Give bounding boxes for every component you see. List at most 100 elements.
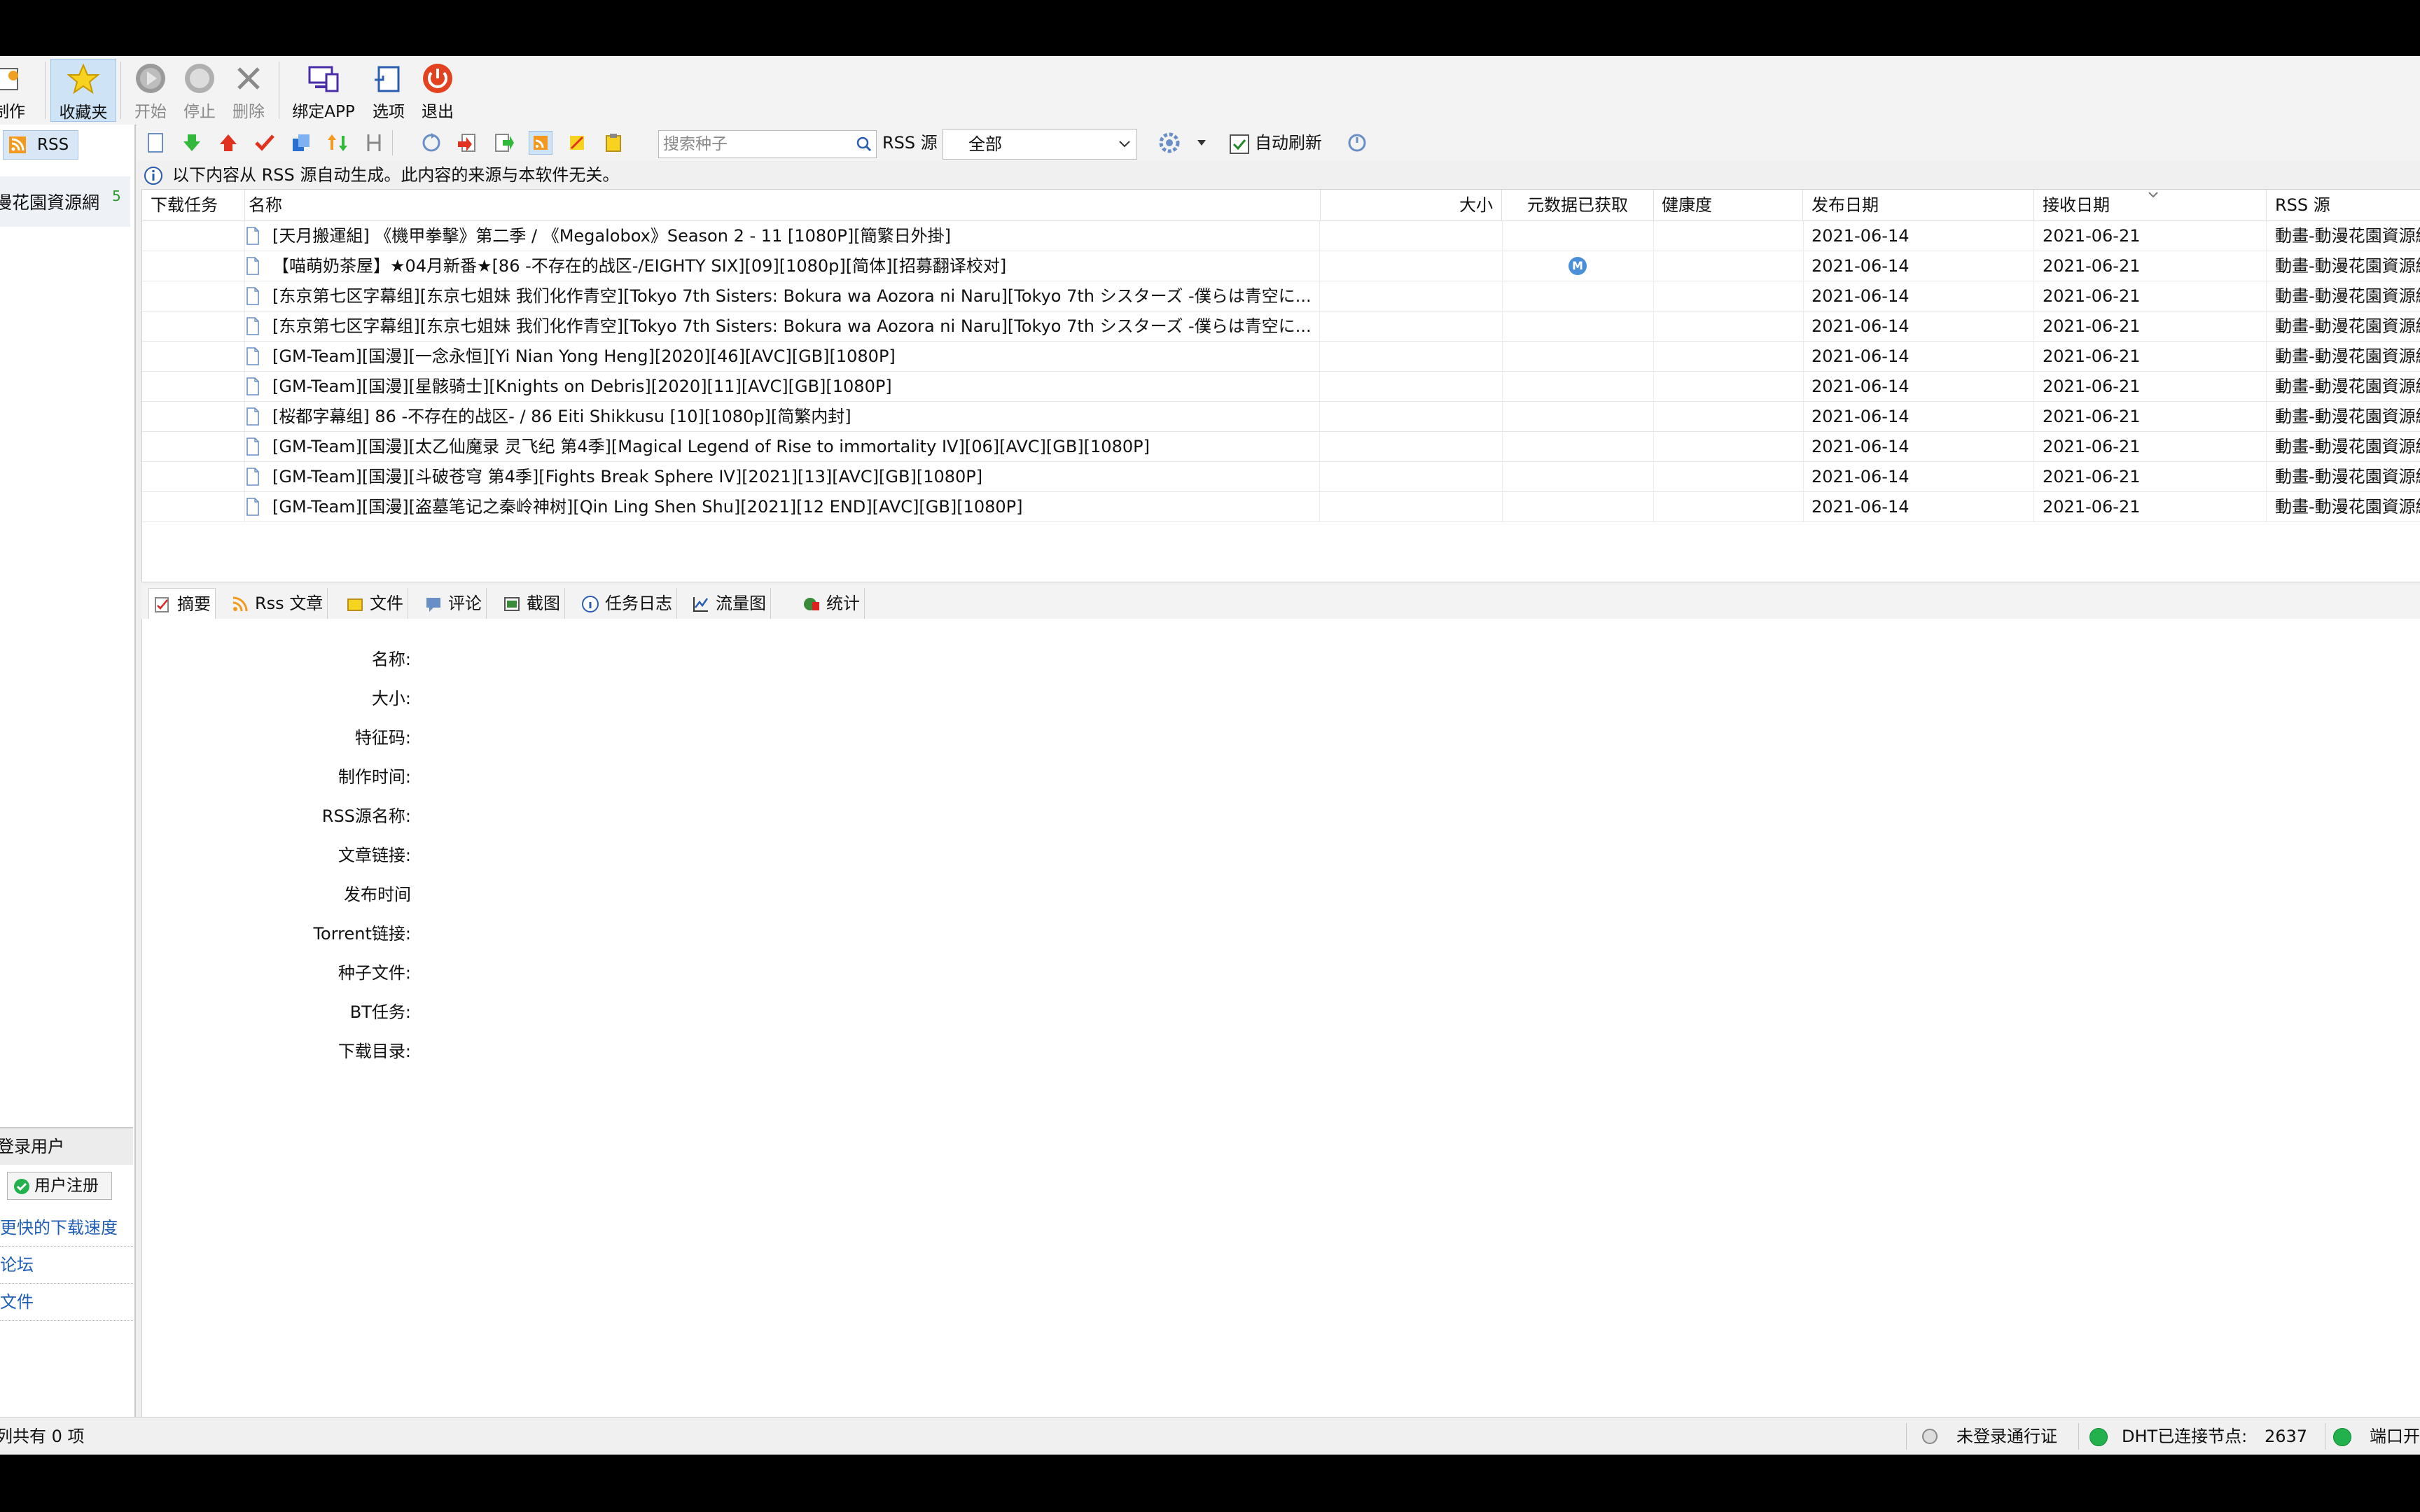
rss-source-select[interactable]: 全部 (943, 129, 1137, 160)
table-row[interactable]: [GM-Team][国漫][太乙仙魔录 灵飞纪 第4季][Magical Leg… (142, 432, 2420, 462)
rss-toolbar: 搜索种子 RSS 源 全部 自动刷新 (137, 125, 2420, 161)
cell-receive-date: 2021-06-21 (2034, 251, 2267, 281)
export-icon[interactable] (493, 132, 515, 154)
table-row[interactable]: [东京第七区字幕组][东京七姐妹 我们化作青空][Tokyo 7th Siste… (142, 281, 2420, 312)
table-row[interactable]: [GM-Team][国漫][一念永恒][Yi Nian Yong Heng][2… (142, 342, 2420, 372)
cell-download-task (142, 342, 245, 371)
cell-download-task (142, 281, 245, 311)
cell-size (1320, 312, 1503, 341)
rss-filter-icon[interactable] (529, 131, 552, 155)
cell-receive-date: 2021-06-21 (2034, 281, 2267, 311)
link-files[interactable]: 文件 (0, 1284, 133, 1321)
table-row[interactable]: [GM-Team][国漫][星骸骑士][Knights on Debris][2… (142, 372, 2420, 402)
sort-descending-icon (2148, 192, 2158, 198)
comment-icon (426, 598, 440, 612)
tab-files[interactable]: 文件 (342, 588, 408, 619)
tab-statistics[interactable]: 统计 (798, 588, 865, 619)
table-row[interactable]: 【喵萌奶茶屋】★04月新番★[86 -不存在的战区-/EIGHTY SIX][0… (142, 251, 2420, 281)
rss-tab[interactable]: RSS (3, 130, 78, 160)
auto-refresh-checkbox[interactable] (1230, 134, 1249, 154)
tab-summary[interactable]: 摘要 (148, 588, 216, 620)
up-arrow-icon[interactable] (217, 132, 239, 154)
link-faster-download[interactable]: 更快的下载速度 (0, 1210, 133, 1247)
tab-traffic-graph[interactable]: 流量图 (688, 588, 771, 619)
power-icon (423, 64, 452, 93)
column-metadata[interactable]: 元数据已获取 (1502, 190, 1654, 220)
dht-status-dot (2089, 1428, 2108, 1446)
cell-health (1653, 372, 1804, 401)
dropdown-arrow-icon[interactable] (1196, 139, 1207, 147)
cell-rss-source: 動畫-動漫花園資源網 (2275, 497, 2420, 517)
rss-edit-icon[interactable] (566, 132, 588, 154)
separator (392, 130, 393, 155)
sort-arrows-icon[interactable] (326, 132, 349, 154)
link-forum[interactable]: 论坛 (0, 1247, 133, 1284)
sidebar-feed-item[interactable]: 漫花園資源網 5 (0, 176, 130, 227)
bind-app-button[interactable]: 绑定APP (287, 59, 360, 121)
cell-download-task (142, 432, 245, 461)
separator (45, 62, 46, 119)
cell-health (1653, 312, 1804, 341)
column-download-task[interactable]: 下载任务 (142, 190, 245, 220)
rss-source-label: RSS 源 (882, 133, 938, 153)
merge-icon[interactable] (363, 132, 385, 154)
cell-health (1653, 281, 1804, 311)
delete-button[interactable]: 删除 (225, 59, 272, 121)
tab-task-log[interactable]: 任务日志 (577, 588, 677, 619)
start-button[interactable]: 开始 (127, 59, 174, 121)
table-row[interactable]: [天月搬運組] 《機甲拳擊》第二季 / 《Megalobox》Season 2 … (142, 221, 2420, 251)
tab-rss-article[interactable]: Rss 文章 (227, 588, 328, 619)
pass-status[interactable]: 未登录通行证 (1956, 1418, 2057, 1455)
clipboard-icon[interactable] (602, 132, 625, 154)
column-receive-date[interactable]: 接收日期 (2034, 190, 2267, 220)
table-row[interactable]: [桜都字幕组] 86 -不存在的战区- / 86 Eiti Shikkusu [… (142, 402, 2420, 432)
tab-screenshots[interactable]: 截图 (499, 588, 565, 619)
checkmark-icon[interactable] (253, 132, 276, 154)
gear-icon[interactable] (1157, 130, 1182, 155)
register-button[interactable]: 用户注册 (7, 1172, 112, 1200)
stop-button[interactable]: 停止 (176, 59, 223, 121)
folder-icon (347, 598, 363, 611)
copy-icon[interactable] (290, 132, 312, 154)
column-publish-date[interactable]: 发布日期 (1803, 190, 2034, 220)
settings-page-icon (375, 66, 400, 92)
refresh-icon[interactable] (420, 132, 443, 154)
favorites-button[interactable]: 收藏夹 (50, 59, 116, 122)
column-size[interactable]: 大小 (1320, 190, 1502, 220)
options-button[interactable]: 选项 (366, 59, 412, 121)
cell-metadata (1502, 462, 1654, 491)
cell-download-task (142, 251, 245, 281)
stop-icon (185, 64, 214, 93)
cell-metadata (1502, 281, 1654, 311)
import-icon[interactable] (457, 132, 479, 154)
new-page-icon[interactable] (144, 132, 167, 154)
search-icon[interactable] (856, 136, 872, 152)
table-row[interactable]: [东京第七区字幕组][东京七姐妹 我们化作青空][Tokyo 7th Siste… (142, 312, 2420, 342)
cell-name: [GM-Team][国漫][一念永恒][Yi Nian Yong Heng][2… (244, 342, 1320, 371)
make-button[interactable]: 制作 (0, 59, 32, 121)
play-icon (136, 64, 165, 93)
column-rss-source[interactable]: RSS 源 (2267, 190, 2420, 220)
separator (120, 62, 121, 119)
info-icon (144, 167, 162, 185)
star-icon (67, 63, 100, 94)
label-torrent-link: Torrent链接: (313, 924, 411, 944)
file-icon (246, 438, 259, 456)
column-name[interactable]: 名称 (244, 190, 1321, 220)
cell-name: 【喵萌奶茶屋】★04月新番★[86 -不存在的战区-/EIGHTY SIX][0… (244, 251, 1320, 281)
table-row[interactable]: [GM-Team][国漫][盗墓笔记之秦岭神树][Qin Ling Shen S… (142, 492, 2420, 522)
cell-name: [GM-Team][国漫][盗墓笔记之秦岭神树][Qin Ling Shen S… (244, 492, 1320, 522)
power-refresh-icon[interactable] (1346, 132, 1368, 154)
file-icon (246, 227, 259, 245)
cell-download-task (142, 462, 245, 491)
cell-rss-source: 動畫-動漫花園資源網 (2275, 256, 2420, 276)
column-health[interactable]: 健康度 (1653, 190, 1803, 220)
cell-name: [东京第七区字幕组][东京七姐妹 我们化作青空][Tokyo 7th Siste… (244, 281, 1320, 311)
detail-tabs: 摘要 Rss 文章 文件 评论 截图 任务日志 流量图 统计 (141, 585, 2420, 620)
search-input[interactable]: 搜索种子 (658, 130, 877, 158)
tab-comments[interactable]: 评论 (420, 588, 487, 619)
table-row[interactable]: [GM-Team][国漫][斗破苍穹 第4季][Fights Break Sph… (142, 462, 2420, 492)
cell-size (1320, 432, 1503, 461)
download-arrow-icon[interactable] (181, 132, 203, 154)
exit-button[interactable]: 退出 (415, 59, 461, 121)
